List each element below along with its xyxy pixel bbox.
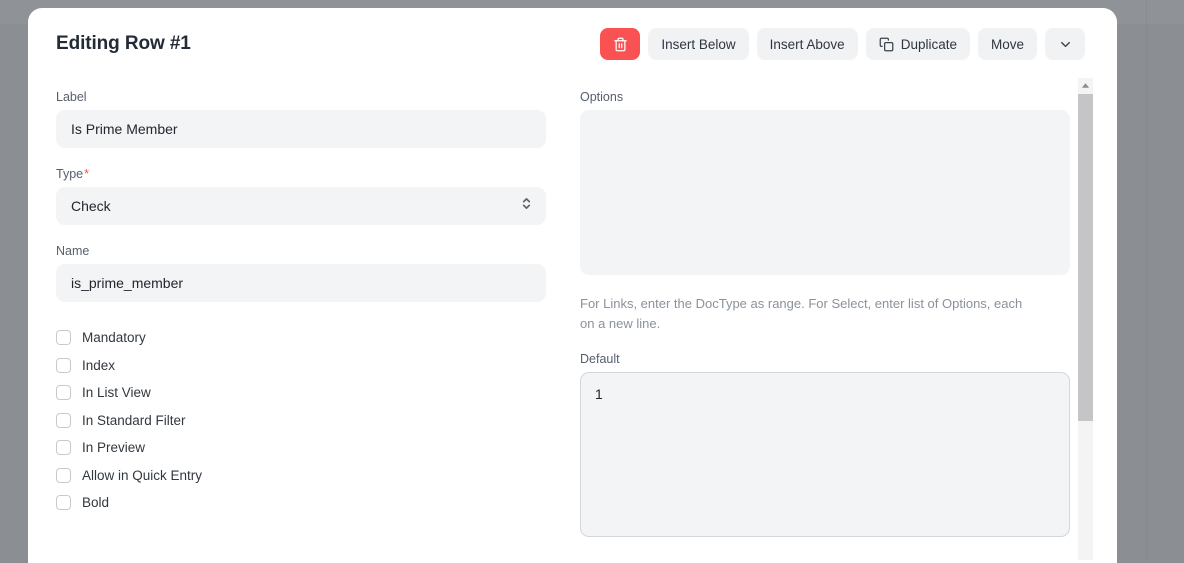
type-select[interactable] bbox=[56, 187, 546, 225]
checkbox-row[interactable]: Allow in Quick Entry bbox=[56, 462, 546, 490]
checkbox-label: In Standard Filter bbox=[82, 412, 186, 428]
checkbox-label: Mandatory bbox=[82, 330, 146, 346]
checkbox-in-standard-filter[interactable] bbox=[56, 412, 71, 428]
duplicate-button[interactable]: Duplicate bbox=[865, 28, 970, 60]
checkbox-label: Bold bbox=[82, 495, 110, 511]
dialog-body: Label Type* Name bbox=[28, 80, 1117, 563]
scroll-up-arrow-icon[interactable] bbox=[1078, 78, 1093, 93]
trash-icon bbox=[613, 37, 628, 52]
default-textarea[interactable]: 1 bbox=[580, 372, 1070, 538]
checkbox-list: Mandatory Index In List View In Standard Fi… bbox=[56, 324, 546, 517]
move-button[interactable]: Move bbox=[977, 28, 1037, 60]
chevron-down-icon bbox=[1058, 37, 1073, 52]
checkbox-in-list-view[interactable] bbox=[56, 385, 71, 401]
edit-row-dialog: Editing Row #1 Insert Below Insert Above bbox=[28, 8, 1117, 563]
label-input[interactable] bbox=[56, 110, 546, 148]
insert-below-button[interactable]: Insert Below bbox=[648, 28, 749, 60]
checkbox-row[interactable]: In Standard Filter bbox=[56, 407, 546, 435]
checkbox-label: In List View bbox=[82, 385, 151, 401]
label-field-label: Label bbox=[56, 90, 87, 104]
right-column: Options For Links, enter the DocType as … bbox=[580, 90, 1070, 563]
checkbox-row[interactable]: Index bbox=[56, 352, 546, 380]
dialog-scrollbar[interactable] bbox=[1078, 78, 1093, 560]
default-field-label: Default bbox=[580, 352, 620, 367]
options-field-group: Options bbox=[580, 90, 1070, 275]
delete-row-button[interactable] bbox=[600, 28, 641, 60]
label-field-group: Label bbox=[56, 90, 546, 148]
checkbox-index[interactable] bbox=[56, 357, 71, 373]
checkbox-bold[interactable] bbox=[56, 495, 71, 511]
insert-below-label: Insert Below bbox=[661, 36, 736, 52]
checkbox-mandatory[interactable] bbox=[56, 330, 71, 346]
checkbox-label: Allow in Quick Entry bbox=[82, 467, 203, 483]
move-label: Move bbox=[990, 36, 1024, 52]
copy-icon bbox=[879, 37, 894, 52]
left-column: Label Type* Name bbox=[56, 90, 546, 563]
checkbox-row[interactable]: In List View bbox=[56, 379, 546, 407]
more-actions-button[interactable] bbox=[1045, 28, 1085, 60]
insert-above-label: Insert Above bbox=[769, 36, 845, 52]
type-field-label: Type* bbox=[56, 167, 89, 181]
insert-above-button[interactable]: Insert Above bbox=[756, 28, 858, 60]
checkbox-row[interactable]: In Preview bbox=[56, 434, 546, 462]
checkbox-allow-in-quick-entry[interactable] bbox=[56, 467, 71, 483]
checkbox-row[interactable]: Bold bbox=[56, 489, 546, 517]
required-asterisk: * bbox=[84, 167, 89, 181]
checkbox-label: In Preview bbox=[82, 440, 146, 456]
checkbox-in-preview[interactable] bbox=[56, 440, 71, 456]
options-field-label: Options bbox=[580, 90, 624, 104]
name-field-group: Name bbox=[56, 244, 546, 302]
options-help-text: For Links, enter the DocType as range. F… bbox=[580, 296, 1023, 332]
type-select-wrap bbox=[56, 187, 546, 225]
options-textarea[interactable] bbox=[580, 110, 1070, 275]
dialog-title: Editing Row #1 bbox=[56, 33, 191, 54]
name-field-label: Name bbox=[56, 244, 90, 258]
type-field-group: Type* bbox=[56, 167, 546, 225]
dialog-toolbar: Insert Below Insert Above Duplicate Move bbox=[600, 28, 1085, 60]
name-input[interactable] bbox=[56, 264, 546, 302]
backdrop-seam bbox=[1146, 0, 1147, 563]
scrollbar-thumb[interactable] bbox=[1078, 94, 1093, 421]
duplicate-label: Duplicate bbox=[900, 36, 957, 52]
checkbox-row[interactable]: Mandatory bbox=[56, 324, 546, 352]
checkbox-label: Index bbox=[82, 357, 116, 373]
dialog-header: Editing Row #1 Insert Below Insert Above bbox=[28, 8, 1117, 80]
default-field-group: Default 1 bbox=[580, 352, 1070, 538]
